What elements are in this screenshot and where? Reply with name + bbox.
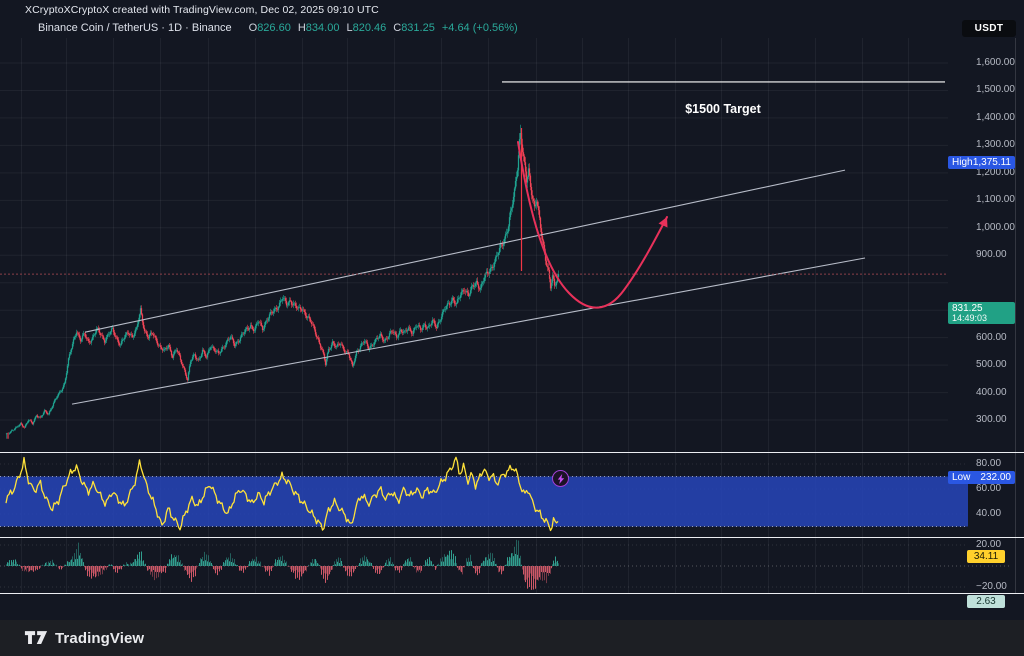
axis-tick-label: 900.00: [976, 249, 1007, 261]
last-price-badge: 831.25 14:49:03: [948, 302, 1015, 324]
histogram-value-badge: 2.63: [967, 595, 1005, 608]
axis-tick-label: 1,400.00: [976, 112, 1015, 124]
axis-tick-label: 1,500.00: [976, 84, 1015, 96]
axis-tick-label: 500.00: [976, 359, 1007, 371]
bar-countdown: 14:49:03: [952, 314, 987, 323]
close-label: C: [393, 22, 401, 34]
axis-tick-label: 1,000.00: [976, 222, 1015, 234]
axis-tick-label: 40.00: [976, 508, 1001, 520]
chart-area[interactable]: 1,600.001,500.001,400.001,300.001,200.00…: [0, 38, 1024, 620]
high-price-badge: High 1,375.11: [948, 156, 1015, 169]
axis-tick-label: 80.00: [976, 458, 1001, 470]
symbol-title: Binance Coin / TetherUS · 1D · Binance: [38, 22, 232, 34]
target-annotation-label: $1500 Target: [623, 102, 823, 116]
footer-bar: TradingView: [0, 620, 1024, 656]
axis-tick-label: 1,600.00: [976, 57, 1015, 69]
top-bar: XCryptoXCryptoX created with TradingView…: [0, 0, 1024, 19]
tradingview-logo-icon: [24, 630, 48, 646]
high-label: H: [298, 22, 306, 34]
change-value: +4.64 (+0.56%): [442, 22, 518, 34]
axis-tick-label: 600.00: [976, 332, 1007, 344]
high-badge-label: High: [952, 156, 973, 169]
currency-toggle-button[interactable]: USDT: [962, 20, 1016, 37]
close-value: 831.25: [401, 22, 435, 34]
rsi-value-badge: 34.11: [967, 550, 1005, 563]
drawing-annotations: [0, 82, 948, 404]
attribution-text: XCryptoXCryptoX created with TradingView…: [25, 4, 379, 16]
axis-tick-label: 300.00: [976, 414, 1007, 426]
candlestick-series: [7, 125, 559, 439]
chart-canvas: [0, 38, 1024, 620]
axis-tick-label: −20.00: [976, 581, 1007, 593]
lightning-marker-icon[interactable]: [552, 470, 569, 487]
tradingview-brand-text: TradingView: [55, 630, 144, 647]
low-value: 820.46: [353, 22, 387, 34]
low-badge-label: Low: [952, 471, 970, 484]
axis-tick-label: 60.00: [976, 483, 1001, 495]
axis-tick-label: 1,300.00: [976, 139, 1015, 151]
high-badge-value: 1,375.11: [973, 156, 1011, 169]
low-badge-value: 232.00: [980, 471, 1011, 484]
high-value: 834.00: [306, 22, 340, 34]
open-value: 826.60: [257, 22, 291, 34]
low-price-badge: Low 232.00: [948, 471, 1015, 484]
lightning-bolt-icon: [557, 474, 565, 484]
tradingview-snapshot: XCryptoXCryptoX created with TradingView…: [0, 0, 1024, 656]
open-label: O: [249, 22, 258, 34]
axis-tick-label: 1,100.00: [976, 194, 1015, 206]
macd-histogram: [7, 540, 559, 590]
rsi-band: [0, 464, 968, 527]
axis-tick-label: 400.00: [976, 387, 1007, 399]
symbol-header: Binance Coin / TetherUS · 1D · BinanceO8…: [38, 22, 518, 36]
tradingview-logo[interactable]: TradingView: [24, 630, 144, 647]
